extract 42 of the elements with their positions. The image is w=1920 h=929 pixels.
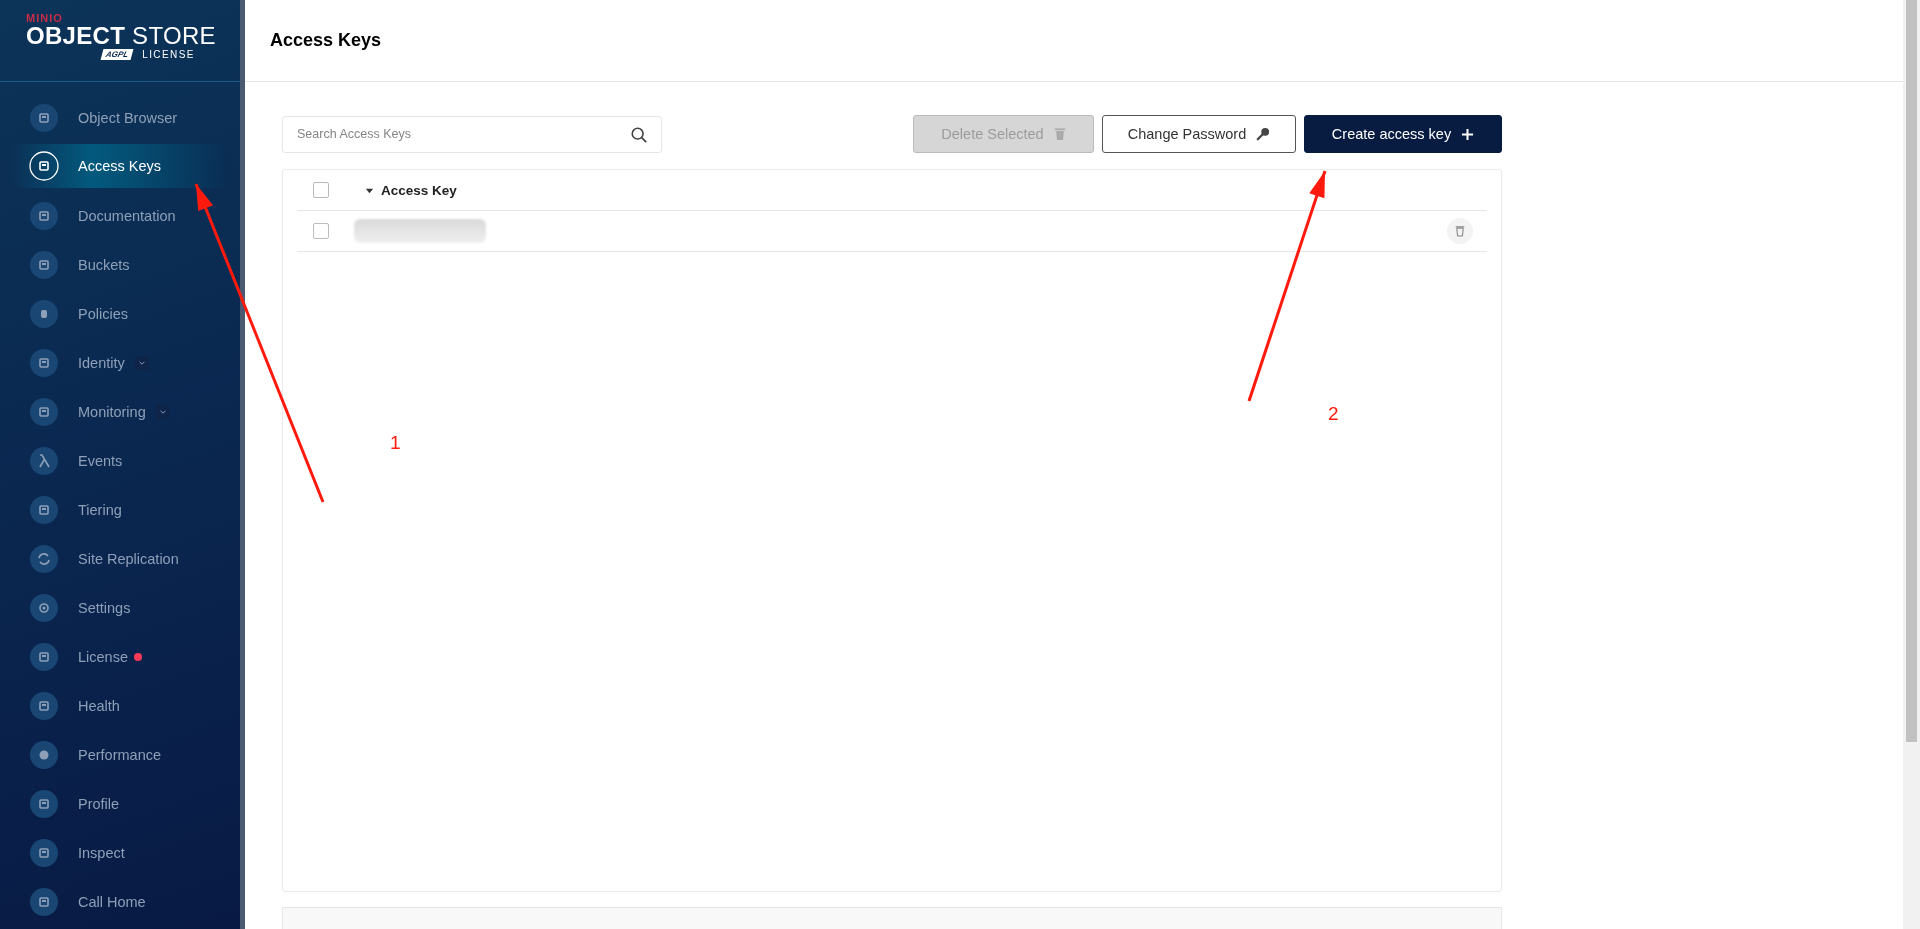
sidebar-item[interactable]: Identity (0, 338, 230, 387)
sidebar-item[interactable]: Profile (0, 779, 230, 828)
sidebar-item[interactable]: Performance (0, 730, 230, 779)
scrollbar-thumb[interactable] (1906, 0, 1917, 742)
sidebar-item[interactable]: Site Replication (0, 534, 230, 583)
gear-icon (29, 592, 59, 623)
trash-icon (1053, 127, 1066, 141)
sidebar-item[interactable]: Health (0, 681, 230, 730)
sidebar-item[interactable]: Inspect (0, 828, 230, 877)
annotation-number: 1 (390, 432, 401, 454)
sidebar-item[interactable]: Documentation (0, 191, 230, 240)
lambda-icon (29, 445, 59, 476)
sidebar-item[interactable]: Monitoring (0, 387, 230, 436)
create-button[interactable]: Create access key (1304, 115, 1502, 153)
search-icon (630, 125, 648, 144)
plus-icon (1461, 127, 1475, 141)
row-checkbox[interactable] (313, 223, 329, 239)
annotation-number: 2 (1328, 403, 1339, 425)
search-field[interactable]: Search Access Keys (282, 115, 662, 153)
expand-chevron-icon[interactable] (155, 404, 170, 419)
license-badge: AGPL (100, 49, 134, 60)
brand-logo-text: MINIO (26, 13, 63, 23)
key-icon (1256, 127, 1271, 141)
sidebar-item[interactable]: Buckets (0, 240, 230, 289)
page-title: Access Keys (270, 30, 382, 51)
sidebar-item[interactable]: Object Browser (0, 93, 230, 142)
sidebar-item[interactable]: Policies (0, 289, 230, 338)
sidebar-item[interactable]: Tiering (0, 485, 230, 534)
scrollbar[interactable] (1903, 0, 1920, 929)
sidebar-item[interactable]: Settings (0, 583, 230, 632)
trash-icon (1455, 225, 1465, 237)
sync-icon (29, 543, 59, 574)
product-title: OBJECT STORE (26, 23, 216, 49)
select-all-checkbox[interactable] (313, 182, 329, 198)
password-button[interactable]: Change Password (1102, 115, 1296, 153)
expand-chevron-icon[interactable] (134, 355, 149, 370)
delete-row-button[interactable] (1447, 218, 1473, 244)
sidebar-item[interactable]: Call Home (0, 877, 230, 926)
column-header[interactable]: Access Key (381, 182, 457, 198)
sidebar-item[interactable]: Events (0, 436, 230, 485)
sidebar-item[interactable]: License (0, 632, 230, 681)
license-label: LICENSE (142, 49, 195, 60)
